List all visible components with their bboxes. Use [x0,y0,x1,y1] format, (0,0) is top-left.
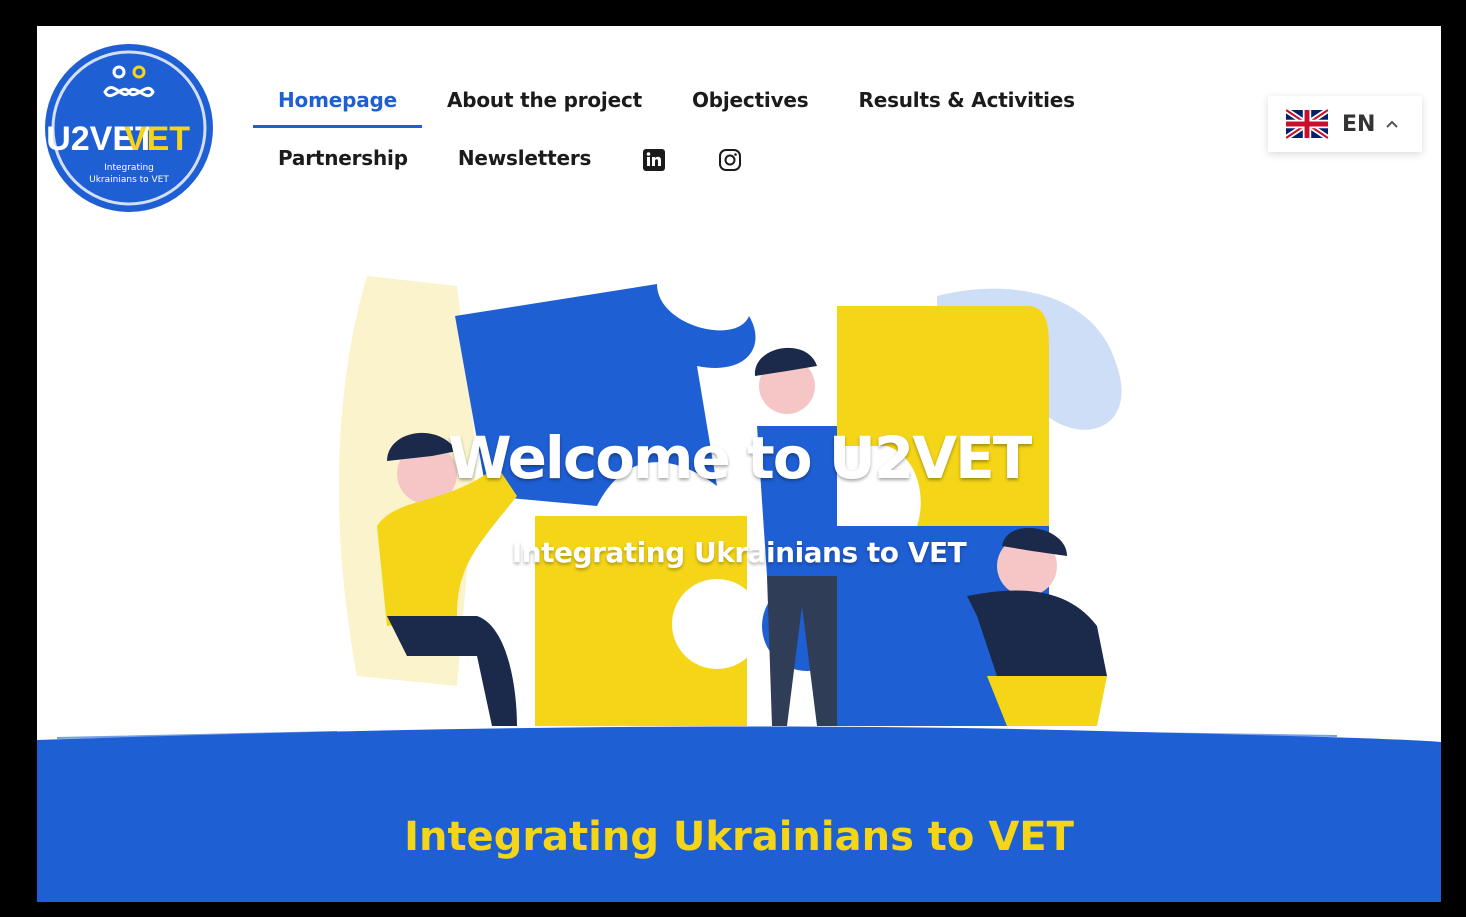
band-tagline: Integrating Ukrainians to VET [404,814,1074,860]
language-selector[interactable]: EN [1268,96,1422,152]
nav-partnership[interactable]: Partnership [253,136,433,184]
linkedin-icon[interactable] [641,147,667,173]
hero-subtitle: Integrating Ukrainians to VET [511,536,967,569]
nav-results-activities[interactable]: Results & Activities [834,78,1100,126]
uk-flag-icon [1286,109,1328,139]
nav-about-project[interactable]: About the project [422,78,667,126]
nav-objectives[interactable]: Objectives [667,78,834,126]
language-code: EN [1342,111,1376,137]
main-nav: Homepage About the project Objectives Re… [253,78,1113,184]
instagram-icon[interactable] [717,147,743,173]
hero-illustration [37,256,1441,776]
nav-homepage[interactable]: Homepage [253,78,422,128]
hero-title: Welcome to U2VET [447,424,1033,492]
svg-text:VET: VET [124,120,190,158]
nav-row-2: Partnership Newsletters [253,136,1113,184]
nav-row-1: Homepage About the project Objectives Re… [253,78,1113,128]
chevron-up-icon [1386,120,1399,128]
page: U2VET VET Integrating Ukrainians to VET … [37,26,1441,902]
svg-text:Integrating: Integrating [104,163,154,173]
nav-newsletters[interactable]: Newsletters [433,136,616,184]
svg-text:Ukrainians to VET: Ukrainians to VET [89,175,169,185]
site-logo[interactable]: U2VET VET Integrating Ukrainians to VET [43,42,215,214]
